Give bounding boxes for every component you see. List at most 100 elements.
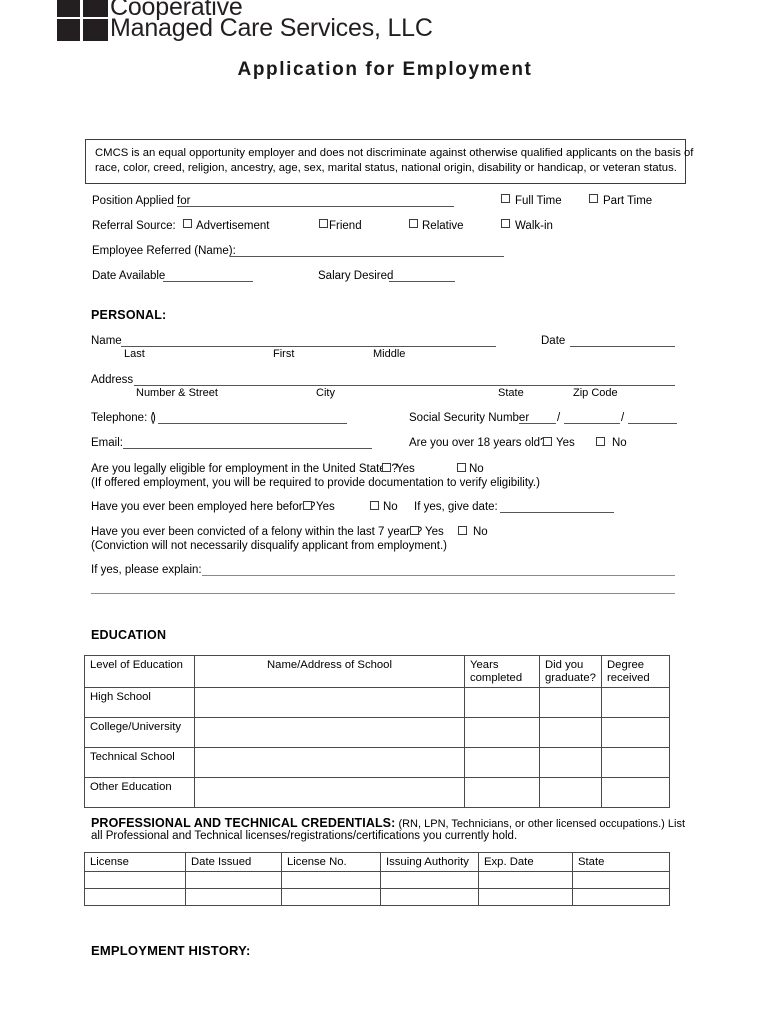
education-row-school-input[interactable] (194, 717, 465, 748)
education-col-years-line1: Years (470, 659, 499, 671)
over-18-no-label: No (612, 437, 627, 449)
referral-relative-checkbox[interactable] (409, 219, 418, 228)
employment-history-section-heading: EMPLOYMENT HISTORY: (91, 943, 251, 958)
employed-before-date-label: If yes, give date: (414, 501, 498, 513)
application-form-page: Cooperative Managed Care Services, LLC A… (0, 0, 770, 1024)
credentials-row-license-input[interactable] (84, 871, 186, 889)
date-available-input[interactable] (163, 281, 253, 282)
credentials-col-exp-date: Exp. Date (478, 852, 573, 872)
explain-input-line1[interactable] (202, 575, 675, 576)
felony-note: (Conviction will not necessarily disqual… (91, 540, 448, 552)
referral-source-label: Referral Source: (92, 220, 176, 232)
education-row-degree-input[interactable] (601, 687, 670, 718)
personal-section-heading: PERSONAL: (91, 308, 167, 322)
employed-before-date-input[interactable] (500, 512, 614, 513)
education-row-school-input[interactable] (194, 747, 465, 778)
credentials-row-license-input[interactable] (84, 888, 186, 906)
employed-before-yes-label: Yes (316, 501, 335, 513)
part-time-checkbox[interactable] (589, 194, 598, 203)
education-col-degree-line1: Degree (607, 659, 645, 671)
credentials-col-license: License (84, 852, 186, 872)
date-available-label: Date Available (92, 270, 166, 282)
employee-referred-input[interactable] (230, 256, 504, 257)
credentials-table: License Date Issued License No. Issuing … (84, 852, 670, 906)
eligible-no-label: No (469, 463, 484, 475)
education-row-graduate-input[interactable] (539, 747, 602, 778)
name-input[interactable] (121, 346, 496, 347)
part-time-label: Part Time (603, 195, 653, 207)
credentials-row-exp-date-input[interactable] (478, 871, 573, 889)
employed-before-label: Have you ever been employed here before? (91, 501, 316, 513)
education-table: Level of Education Name/Address of Schoo… (84, 655, 670, 808)
education-row-graduate-input[interactable] (539, 687, 602, 718)
education-row-graduate-input[interactable] (539, 777, 602, 808)
credentials-row-license-no-input[interactable] (281, 888, 381, 906)
education-col-level-line1: Level of Education (90, 659, 183, 671)
position-applied-for-label: Position Applied for (92, 195, 191, 207)
education-row-level: High School (84, 687, 195, 718)
name-label: Name (91, 335, 122, 347)
employee-referred-label: Employee Referred (Name): (92, 245, 236, 257)
eeo-notice-line1: CMCS is an equal opportunity employer an… (95, 147, 694, 159)
logo-square-bottom-right (83, 19, 108, 41)
credentials-row-issuing-authority-input[interactable] (380, 888, 479, 906)
education-col-school-line1: Name/Address of School (267, 659, 392, 671)
date-input[interactable] (570, 346, 675, 347)
ssn-slash-2: / (621, 412, 625, 424)
eligible-yes-checkbox[interactable] (382, 463, 391, 472)
education-row-level: College/University (84, 717, 195, 748)
ssn-part1-input[interactable] (519, 423, 556, 424)
position-applied-for-input[interactable] (177, 206, 454, 207)
full-time-checkbox[interactable] (501, 194, 510, 203)
education-row-school-input[interactable] (194, 687, 465, 718)
over-18-no-checkbox[interactable] (596, 437, 605, 446)
education-row-degree-input[interactable] (601, 717, 670, 748)
credentials-col-state: State (572, 852, 670, 872)
telephone-input[interactable] (158, 423, 347, 424)
felony-yes-label: Yes (425, 526, 444, 538)
referral-walk-in-checkbox[interactable] (501, 219, 510, 228)
employed-before-yes-checkbox[interactable] (303, 501, 312, 510)
education-row-school-input[interactable] (194, 777, 465, 808)
credentials-col-date-issued: Date Issued (185, 852, 282, 872)
credentials-row-license-no-input[interactable] (281, 871, 381, 889)
address-number-street-label: Number & Street (136, 387, 218, 399)
credentials-row-issuing-authority-input[interactable] (380, 871, 479, 889)
eligible-no-checkbox[interactable] (457, 463, 466, 472)
explain-input-line2[interactable] (91, 593, 675, 594)
education-row-degree-input[interactable] (601, 747, 670, 778)
education-row-years-input[interactable] (464, 747, 540, 778)
education-row-years-input[interactable] (464, 717, 540, 748)
over-18-yes-checkbox[interactable] (543, 437, 552, 446)
credentials-row-date-issued-input[interactable] (185, 871, 282, 889)
credentials-subtext: all Professional and Technical licenses/… (91, 830, 518, 842)
education-row-years-input[interactable] (464, 777, 540, 808)
email-input[interactable] (123, 448, 372, 449)
referral-advertisement-checkbox[interactable] (183, 219, 192, 228)
referral-walk-in-label: Walk-in (515, 220, 553, 232)
logo-square-top-right (83, 0, 108, 17)
credentials-row-date-issued-input[interactable] (185, 888, 282, 906)
explain-label: If yes, please explain: (91, 564, 202, 576)
education-row-graduate-input[interactable] (539, 717, 602, 748)
referral-friend-checkbox[interactable] (319, 219, 328, 228)
table-row: Technical School (84, 747, 670, 778)
education-row-years-input[interactable] (464, 687, 540, 718)
name-middle-label: Middle (373, 348, 406, 360)
ssn-part2-input[interactable] (564, 423, 620, 424)
credentials-row-exp-date-input[interactable] (478, 888, 573, 906)
ssn-part3-input[interactable] (628, 423, 677, 424)
date-label: Date (541, 335, 566, 347)
eligible-label: Are you legally eligible for employment … (91, 463, 398, 475)
credentials-row-state-input[interactable] (572, 871, 670, 889)
felony-yes-checkbox[interactable] (410, 526, 419, 535)
eligible-yes-label: Yes (396, 463, 415, 475)
credentials-row-state-input[interactable] (572, 888, 670, 906)
full-time-label: Full Time (515, 195, 562, 207)
employed-before-no-checkbox[interactable] (370, 501, 379, 510)
address-zip-label: Zip Code (573, 387, 618, 399)
education-row-degree-input[interactable] (601, 777, 670, 808)
table-row: Other Education (84, 777, 670, 808)
salary-desired-input[interactable] (389, 281, 455, 282)
felony-no-checkbox[interactable] (458, 526, 467, 535)
